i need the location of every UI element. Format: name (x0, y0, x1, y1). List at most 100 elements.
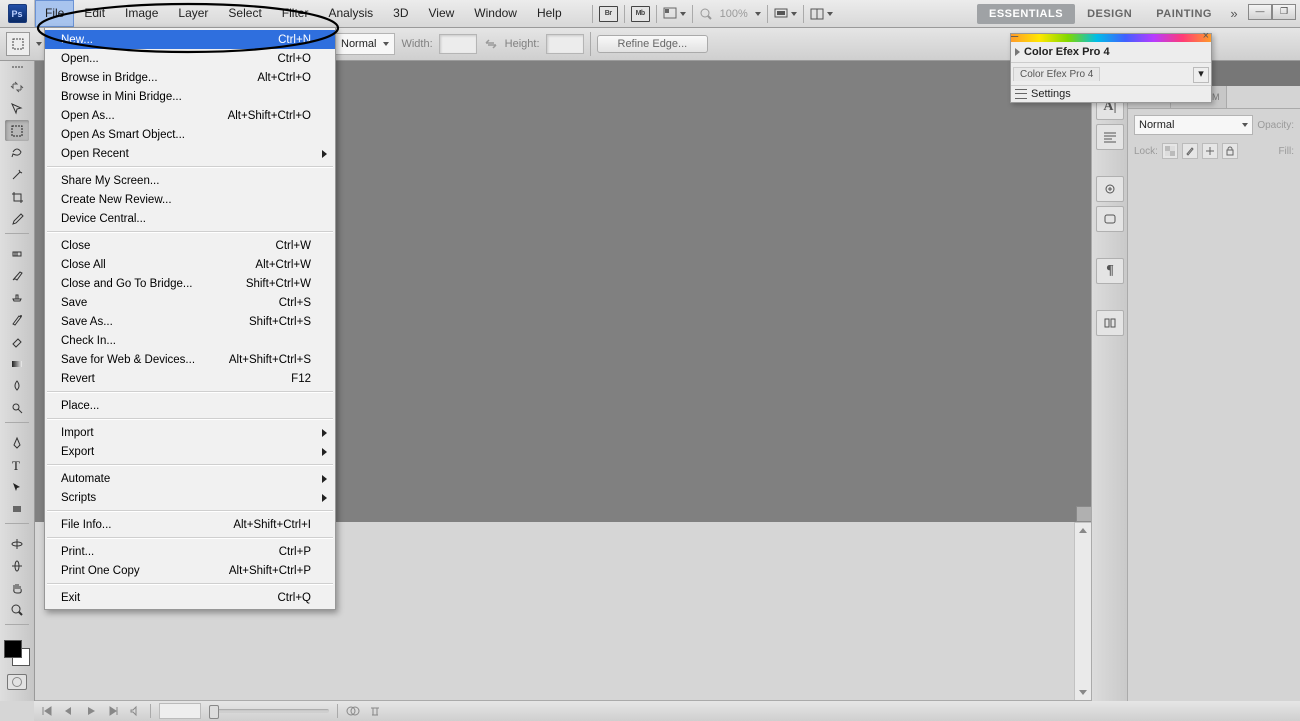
timeline-play-icon[interactable] (84, 705, 98, 717)
panel-icon-c[interactable]: ¶ (1096, 258, 1124, 284)
lock-all-icon[interactable] (1222, 143, 1238, 159)
plugin-panel-tab[interactable]: Color Efex Pro 4 (1013, 67, 1100, 81)
menu-item-select[interactable]: Select (218, 0, 271, 27)
options-style-select[interactable]: Normal (334, 33, 395, 55)
file-menu-item[interactable]: File Info...Alt+Shift+Ctrl+I (45, 515, 335, 534)
menu-item-filter[interactable]: Filter (272, 0, 319, 27)
menu-item-window[interactable]: Window (464, 0, 527, 27)
lock-transparency-icon[interactable] (1162, 143, 1178, 159)
fg-color-swatch[interactable] (4, 640, 22, 658)
screen-mode-icon[interactable] (774, 8, 797, 20)
plugin-panel-titlebar[interactable]: – × (1011, 34, 1211, 42)
tool-expand-arrow[interactable] (5, 76, 29, 97)
workspace-design[interactable]: DESIGN (1075, 4, 1144, 24)
menu-item-3d[interactable]: 3D (383, 0, 418, 27)
file-menu-item[interactable]: SaveCtrl+S (45, 293, 335, 312)
menu-item-edit[interactable]: Edit (74, 0, 115, 27)
file-menu-item[interactable]: Print...Ctrl+P (45, 542, 335, 561)
menu-item-layer[interactable]: Layer (168, 0, 218, 27)
lock-pixels-icon[interactable] (1182, 143, 1198, 159)
tool-hand[interactable] (5, 577, 29, 598)
file-menu-item[interactable]: Export (45, 442, 335, 461)
scrollbar[interactable] (1074, 522, 1092, 701)
timeline-first-frame-icon[interactable] (40, 705, 54, 717)
tool-dodge[interactable] (5, 397, 29, 418)
file-menu-item[interactable]: Browse in Mini Bridge... (45, 87, 335, 106)
lock-position-icon[interactable] (1202, 143, 1218, 159)
timeline-prev-frame-icon[interactable] (62, 705, 76, 717)
tool-rect-marquee[interactable] (5, 120, 29, 141)
menu-item-view[interactable]: View (418, 0, 464, 27)
timeline-slider-knob[interactable] (209, 705, 219, 719)
file-menu-item[interactable]: New...Ctrl+N (45, 30, 335, 49)
tool-path-select[interactable] (5, 476, 29, 497)
tool-eraser[interactable] (5, 331, 29, 352)
file-menu-item[interactable]: Open As Smart Object... (45, 125, 335, 144)
file-menu-item[interactable]: Import (45, 423, 335, 442)
menu-item-help[interactable]: Help (527, 0, 572, 27)
refine-edge-button[interactable]: Refine Edge... (597, 35, 709, 53)
file-menu-item[interactable]: Place... (45, 396, 335, 415)
options-tool-preset[interactable] (6, 32, 30, 56)
tool-history-brush[interactable] (5, 309, 29, 330)
bridge-icon[interactable]: Br (599, 6, 618, 22)
file-menu-item[interactable]: Browse in Bridge...Alt+Ctrl+O (45, 68, 335, 87)
file-menu-item[interactable]: Close AllAlt+Ctrl+W (45, 255, 335, 274)
file-menu-item[interactable]: Create New Review... (45, 190, 335, 209)
tool-lasso[interactable] (5, 142, 29, 163)
quick-mask-icon[interactable] (7, 674, 27, 690)
scroll-down-icon[interactable] (1075, 685, 1091, 700)
timeline-slider[interactable] (209, 709, 329, 713)
zoom-dropdown[interactable]: 100% (699, 7, 761, 21)
tool-3d-camera[interactable] (5, 555, 29, 576)
file-menu-item[interactable]: Open Recent (45, 144, 335, 163)
tool-gradient[interactable] (5, 353, 29, 374)
workspace-painting[interactable]: PAINTING (1144, 4, 1224, 24)
panel-icon-d[interactable] (1096, 310, 1124, 336)
file-menu-item[interactable]: Close and Go To Bridge...Shift+Ctrl+W (45, 274, 335, 293)
file-menu-item[interactable]: Save As...Shift+Ctrl+S (45, 312, 335, 331)
tool-blur[interactable] (5, 375, 29, 396)
file-menu-item[interactable]: Device Central... (45, 209, 335, 228)
file-menu-item[interactable]: ExitCtrl+Q (45, 588, 335, 607)
app-logo[interactable]: Ps (8, 4, 27, 23)
file-menu-item[interactable]: Print One CopyAlt+Shift+Ctrl+P (45, 561, 335, 580)
scroll-up-icon[interactable] (1075, 523, 1091, 538)
options-height-input[interactable] (546, 34, 584, 54)
timeline-frame-input[interactable] (159, 703, 201, 719)
file-menu-item[interactable]: Automate (45, 469, 335, 488)
timeline-next-frame-icon[interactable] (106, 705, 120, 717)
timeline-audio-icon[interactable] (128, 705, 142, 717)
swap-wh-icon[interactable] (483, 36, 499, 52)
options-width-input[interactable] (439, 34, 477, 54)
file-menu-item[interactable]: Open...Ctrl+O (45, 49, 335, 68)
tool-move[interactable] (5, 98, 29, 119)
workspace-essentials[interactable]: ESSENTIALS (977, 4, 1075, 24)
menu-item-analysis[interactable]: Analysis (318, 0, 383, 27)
arrange-docs-icon[interactable] (810, 8, 833, 20)
close-icon[interactable]: × (1203, 30, 1209, 42)
paragraph-panel-icon[interactable] (1096, 124, 1124, 150)
plugin-panel[interactable]: – × Color Efex Pro 4 Color Efex Pro 4 ▾ … (1010, 33, 1212, 103)
tool-brush[interactable] (5, 265, 29, 286)
timeline-onion-icon[interactable] (346, 705, 360, 717)
tool-eyedropper[interactable] (5, 208, 29, 229)
file-menu-item[interactable]: Check In... (45, 331, 335, 350)
view-extras-icon[interactable] (663, 7, 686, 21)
plugin-settings-label[interactable]: Settings (1031, 88, 1071, 100)
tool-magic-wand[interactable] (5, 164, 29, 185)
tool-3d-rotate[interactable] (5, 533, 29, 554)
minimize-icon[interactable]: — (1248, 4, 1272, 20)
minibridge-icon[interactable]: Mb (631, 6, 650, 22)
blend-mode-select[interactable]: Normal (1134, 115, 1253, 135)
file-menu-item[interactable]: Save for Web & Devices...Alt+Shift+Ctrl+… (45, 350, 335, 369)
plugin-panel-tab-more-icon[interactable]: ▾ (1193, 67, 1209, 83)
tool-rectangle[interactable] (5, 498, 29, 519)
file-menu-item[interactable]: Open As...Alt+Shift+Ctrl+O (45, 106, 335, 125)
tool-spot-heal[interactable] (5, 243, 29, 264)
panel-disclosure-icon[interactable] (1015, 48, 1020, 56)
palette-grabber[interactable] (3, 66, 31, 72)
file-menu-item[interactable]: CloseCtrl+W (45, 236, 335, 255)
tool-clone-stamp[interactable] (5, 287, 29, 308)
tool-pen[interactable] (5, 432, 29, 453)
